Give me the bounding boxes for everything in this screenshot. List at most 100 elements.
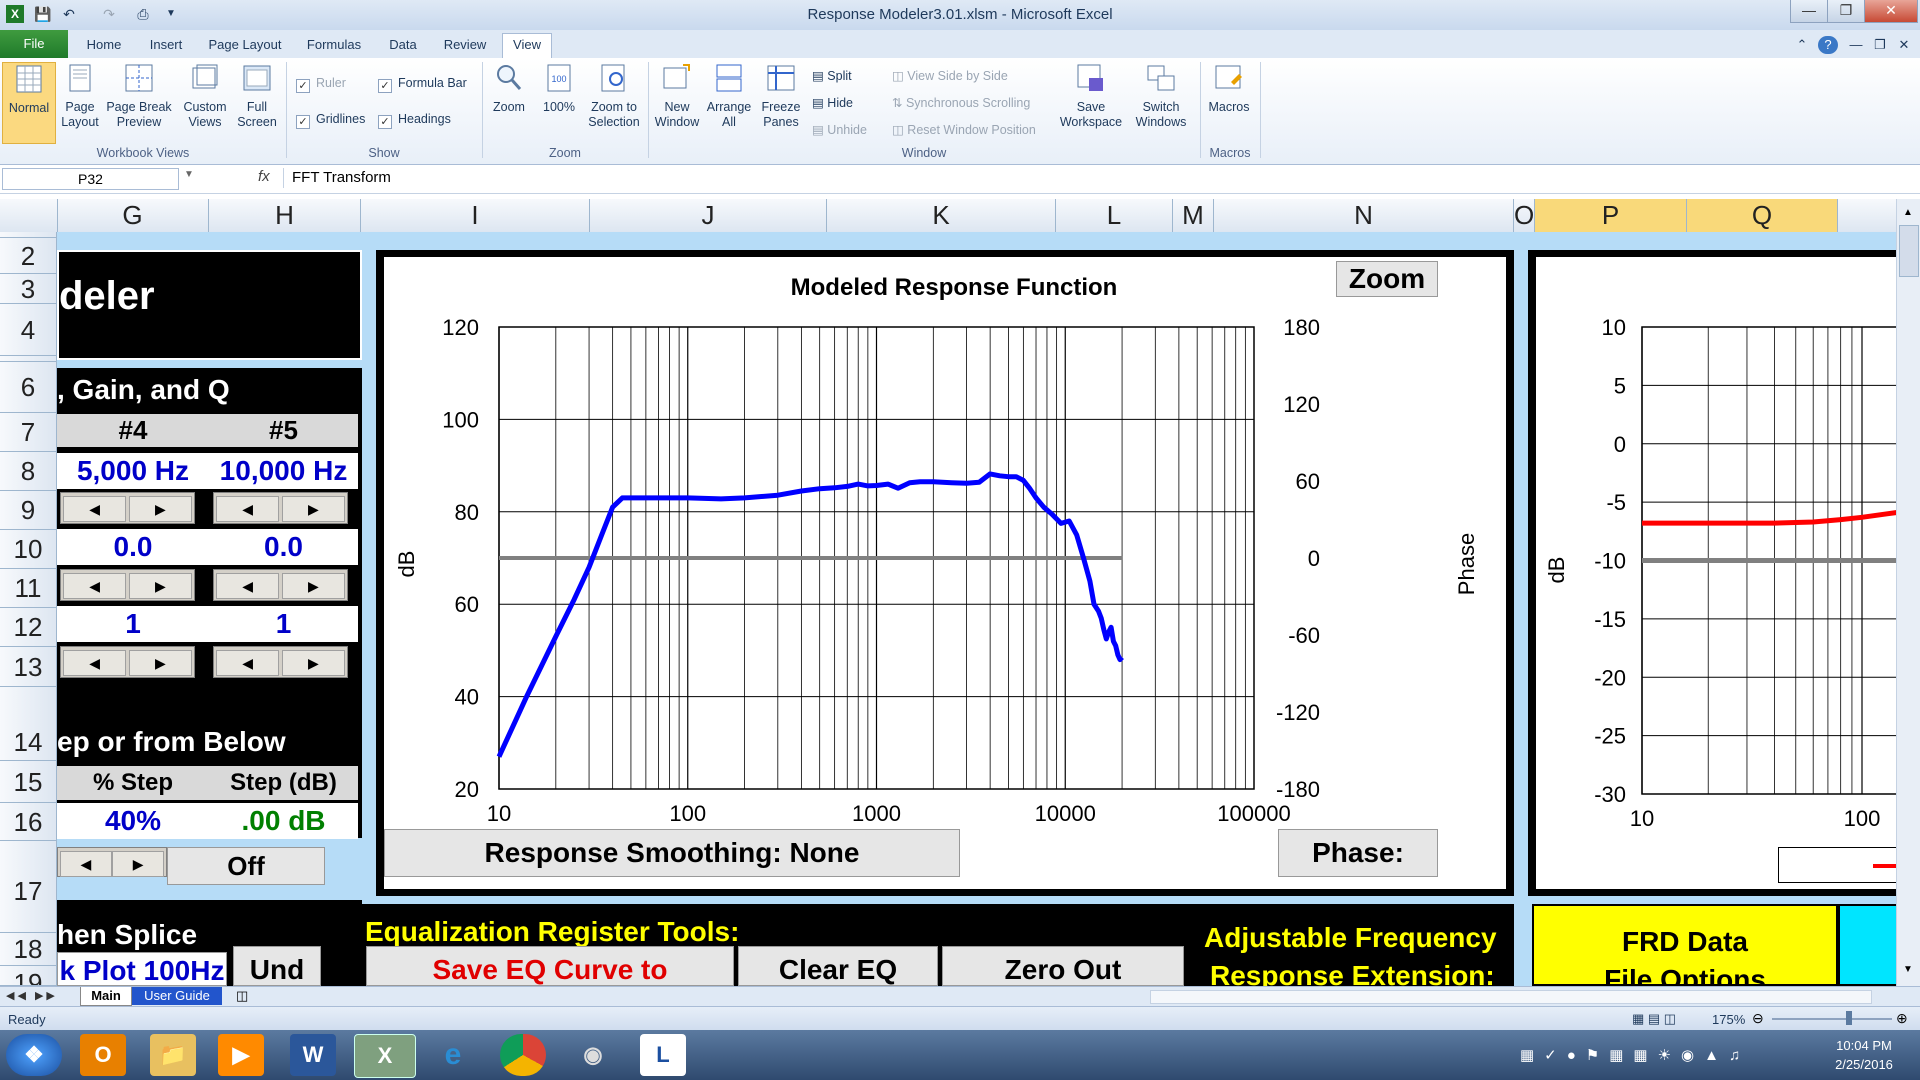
formula-bar-checkbox[interactable]: ✓ Formula Bar xyxy=(378,76,467,93)
spin-left-arrow-icon[interactable]: ◀ xyxy=(60,851,112,877)
unhide-button[interactable]: ▤ Unhide xyxy=(812,122,867,137)
row-header[interactable]: 18 xyxy=(0,933,57,966)
spin-left-arrow-icon[interactable]: ◀ xyxy=(216,650,280,676)
spin-left-arrow-icon[interactable]: ◀ xyxy=(63,496,127,522)
page-layout-view-button[interactable]: Page Layout xyxy=(58,62,102,130)
row-header[interactable]: 12 xyxy=(0,608,57,647)
band-5-frequency-spinner[interactable]: ◀ ▶ xyxy=(213,492,348,524)
insert-function-icon[interactable]: fx xyxy=(258,168,270,185)
tab-home[interactable]: Home xyxy=(82,34,126,56)
column-header[interactable]: N xyxy=(1214,199,1514,232)
freeze-panes-button[interactable]: Freeze Panes xyxy=(756,62,806,130)
normal-view-button[interactable]: Normal xyxy=(2,62,56,144)
row-header[interactable]: 3 xyxy=(0,274,57,304)
page-break-preview-button[interactable]: Page Break Preview xyxy=(104,62,174,130)
tab-formulas[interactable]: Formulas xyxy=(302,34,366,56)
reset-window-position-button[interactable]: ◫ Reset Window Position xyxy=(892,122,1036,137)
scroll-down-icon[interactable]: ▼ xyxy=(1900,964,1916,978)
close-button[interactable]: ✕ xyxy=(1864,0,1918,23)
sheet-tab-main[interactable]: Main xyxy=(80,987,132,1006)
minimize-ribbon-icon[interactable]: ⌃ xyxy=(1792,34,1812,56)
headings-checkbox[interactable]: ✓ Headings xyxy=(378,112,451,129)
file-tab[interactable]: File xyxy=(0,30,68,58)
save-eq-curve-button[interactable]: Save EQ Curve to xyxy=(366,946,734,986)
spin-right-arrow-icon[interactable]: ▶ xyxy=(281,573,345,599)
column-header-selected[interactable]: Q xyxy=(1687,199,1838,232)
column-header[interactable]: H xyxy=(209,199,361,232)
row-header[interactable]: 15 xyxy=(0,761,57,803)
row-header[interactable]: 2 xyxy=(0,238,57,274)
clear-eq-button[interactable]: Clear EQ xyxy=(738,946,938,986)
spin-left-arrow-icon[interactable]: ◀ xyxy=(63,650,127,676)
minimize-button[interactable]: — xyxy=(1790,0,1828,23)
formula-input[interactable]: FFT Transform xyxy=(283,168,1910,188)
spin-right-arrow-icon[interactable]: ▶ xyxy=(281,650,345,676)
hide-button[interactable]: ▤ Hide xyxy=(812,95,853,110)
tab-view[interactable]: View xyxy=(502,33,552,59)
scroll-up-icon[interactable]: ▲ xyxy=(1900,207,1916,221)
name-box[interactable]: P32 xyxy=(2,168,179,190)
custom-views-button[interactable]: Custom Views xyxy=(178,62,232,130)
zoom-in-icon[interactable]: ⊕ xyxy=(1896,1010,1908,1027)
tab-data[interactable]: Data xyxy=(380,34,426,56)
column-header[interactable]: K xyxy=(827,199,1056,232)
row-header[interactable]: 8 xyxy=(0,452,57,491)
new-window-button[interactable]: New Window xyxy=(652,62,702,130)
column-header-selected[interactable]: P xyxy=(1535,199,1687,232)
horizontal-scrollbar[interactable] xyxy=(1150,990,1872,1004)
clock-date[interactable]: 2/25/2016 xyxy=(1816,1057,1912,1072)
band-4-q-spinner[interactable]: ◀ ▶ xyxy=(60,646,195,678)
zoom-out-icon[interactable]: ⊖ xyxy=(1752,1010,1764,1027)
workbook-restore-icon[interactable]: ❐ xyxy=(1870,34,1890,56)
row-header[interactable]: 6 xyxy=(0,362,57,413)
system-tray-icons[interactable]: ▦✓●⚑▦▦☀◉▲♫ xyxy=(1520,1046,1750,1064)
off-button[interactable]: Off xyxy=(167,847,325,885)
spin-right-arrow-icon[interactable]: ▶ xyxy=(128,650,192,676)
phase-button[interactable]: Phase: xyxy=(1278,829,1438,877)
zoom-button[interactable]: Zoom xyxy=(486,62,532,115)
word-icon[interactable]: W xyxy=(290,1034,336,1076)
band-4-frequency[interactable]: 5,000 Hz xyxy=(57,453,209,489)
band-4-frequency-spinner[interactable]: ◀ ▶ xyxy=(60,492,195,524)
spin-left-arrow-icon[interactable]: ◀ xyxy=(216,496,280,522)
start-button-icon[interactable]: ❖ xyxy=(6,1034,62,1076)
step-spinner[interactable]: ◀ ▶ xyxy=(57,847,167,877)
spin-left-arrow-icon[interactable]: ◀ xyxy=(216,573,280,599)
column-header[interactable]: I xyxy=(361,199,590,232)
percent-step-value[interactable]: 40% xyxy=(57,803,209,839)
band-5-gain-spinner[interactable]: ◀ ▶ xyxy=(213,569,348,601)
band-5-q[interactable]: 1 xyxy=(209,606,358,642)
zoom-slider[interactable] xyxy=(1772,1018,1892,1020)
response-smoothing-button[interactable]: Response Smoothing: None xyxy=(384,829,960,877)
band-5-gain[interactable]: 0.0 xyxy=(209,529,358,565)
band-4-q[interactable]: 1 xyxy=(57,606,209,642)
band-4-gain[interactable]: 0.0 xyxy=(57,529,209,565)
zoom-to-selection-button[interactable]: Zoom to Selection xyxy=(584,62,644,130)
undo-splice-button[interactable]: Und xyxy=(233,946,321,986)
chrome-icon[interactable] xyxy=(500,1034,546,1076)
status-zoom-level[interactable]: 175% xyxy=(1712,1012,1745,1027)
spin-right-arrow-icon[interactable]: ▶ xyxy=(128,573,192,599)
sheet-tab-user-guide[interactable]: User Guide xyxy=(132,987,222,1005)
tab-page-layout[interactable]: Page Layout xyxy=(205,34,285,56)
view-side-by-side-button[interactable]: ◫ View Side by Side xyxy=(892,68,1008,83)
band-5-q-spinner[interactable]: ◀ ▶ xyxy=(213,646,348,678)
name-box-dropdown-icon[interactable]: ▼ xyxy=(184,169,194,180)
column-header[interactable]: L xyxy=(1056,199,1173,232)
measurement-app-icon[interactable]: L xyxy=(640,1034,686,1076)
zoom-chart-button[interactable]: Zoom xyxy=(1336,261,1438,297)
excel-taskbar-icon[interactable]: X xyxy=(354,1034,416,1078)
column-header[interactable]: O xyxy=(1514,199,1535,232)
spin-left-arrow-icon[interactable]: ◀ xyxy=(63,573,127,599)
row-header[interactable]: 9 xyxy=(0,491,57,530)
select-all-corner[interactable] xyxy=(0,199,58,232)
insert-sheet-icon[interactable]: ◫ xyxy=(236,988,248,1004)
workbook-close-icon[interactable]: ✕ xyxy=(1894,34,1914,56)
restore-button[interactable]: ❐ xyxy=(1827,0,1865,23)
arrange-all-button[interactable]: Arrange All xyxy=(704,62,754,130)
column-header[interactable]: J xyxy=(590,199,827,232)
scroll-thumb[interactable] xyxy=(1899,225,1919,277)
zoom-slider-thumb[interactable] xyxy=(1846,1011,1852,1025)
spin-right-arrow-icon[interactable]: ▶ xyxy=(128,496,192,522)
row-header[interactable]: 11 xyxy=(0,569,57,608)
